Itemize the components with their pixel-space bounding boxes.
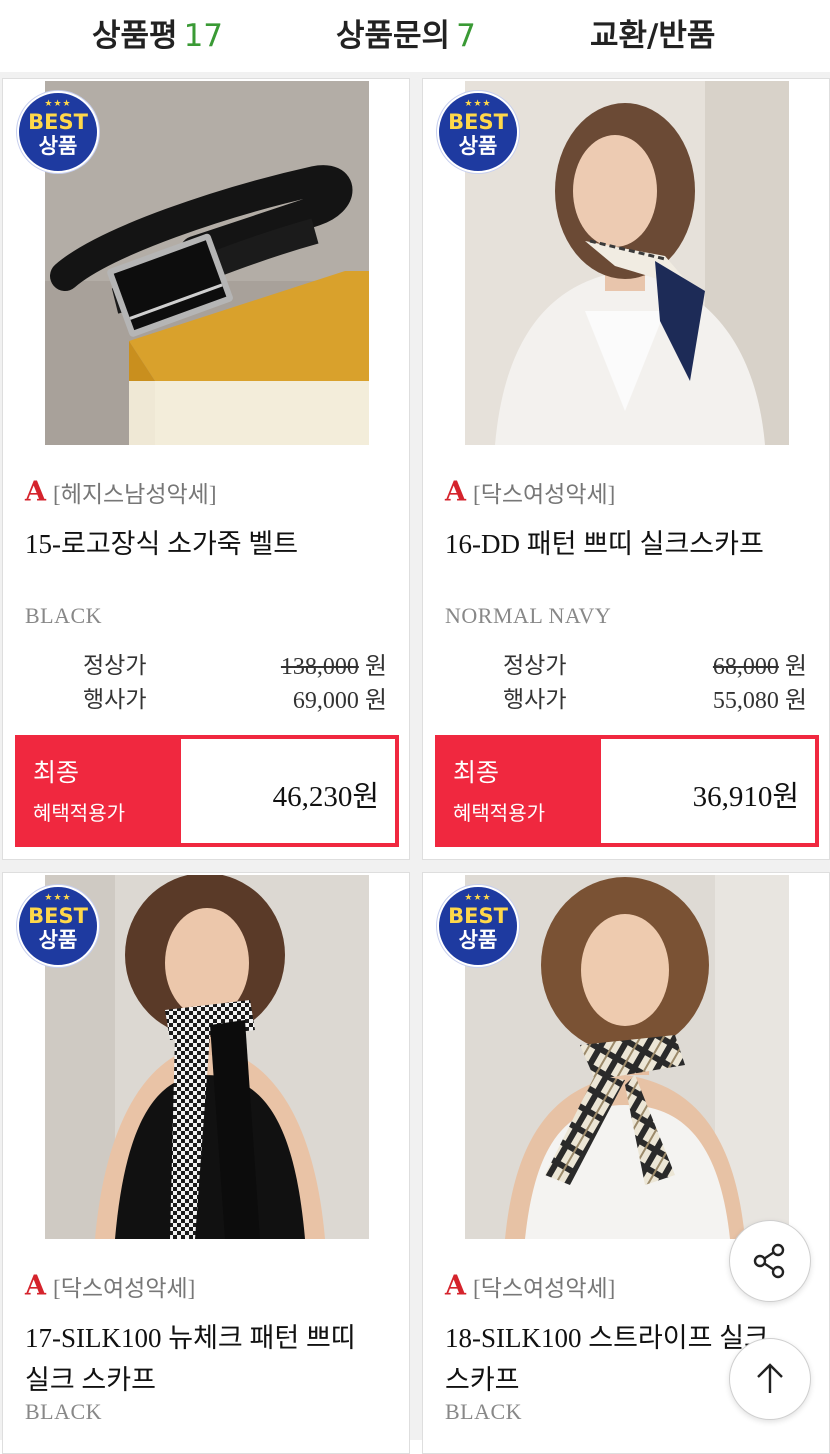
- final-price-panel: 36,910원: [601, 739, 815, 843]
- product-name[interactable]: 16-DD 패턴 쁘띠 실크스카프: [445, 523, 815, 565]
- currency: 원: [364, 688, 387, 714]
- final-price-box: 최종 혜택적용가 36,910원: [435, 735, 819, 847]
- final-price-box: 최종 혜택적용가 46,230원: [15, 735, 399, 847]
- tab-reviews[interactable]: 상품평 17: [92, 10, 223, 55]
- regular-price-row: 정상가 138,000 원: [83, 646, 387, 681]
- tab-label: 교환/반품: [590, 18, 716, 54]
- badge-stars: ★★★: [464, 99, 492, 109]
- best-product-badge: ★★★ BEST 상품: [437, 885, 519, 967]
- brand-logo: A: [445, 1270, 466, 1302]
- event-price-value: 69,000: [292, 688, 359, 714]
- product-name[interactable]: 15-로고장식 소가죽 벨트: [25, 523, 395, 565]
- tab-label: 상품평: [92, 18, 178, 54]
- final-price: 36,910원: [692, 781, 799, 813]
- final-price: 46,230원: [272, 781, 379, 813]
- currency: 원: [364, 654, 387, 680]
- event-price-value: 55,080: [712, 688, 779, 714]
- brand-row: A [닥스여성악세]: [445, 1269, 616, 1302]
- event-price: 55,080 원: [713, 680, 807, 715]
- product-card[interactable]: ★★★ BEST 상품 A [닥스여성악세] 17-SILK100 뉴체크 패턴…: [2, 872, 410, 1454]
- brand-logo: A: [25, 476, 46, 508]
- badge-product-text: 상품: [38, 928, 78, 952]
- event-price-label: 행사가: [503, 687, 567, 713]
- tab-count: 17: [183, 18, 224, 54]
- badge-best-text: BEST: [28, 110, 88, 134]
- badge-best-text: BEST: [28, 904, 88, 928]
- final-sublabel: 혜택적용가: [453, 801, 545, 825]
- event-price-row: 행사가 69,000 원: [83, 680, 387, 715]
- brand-name: [헤지스남성악세]: [53, 482, 217, 507]
- product-color: NORMAL NAVY: [445, 603, 612, 628]
- tab-exchange-return[interactable]: 교환/반품: [590, 10, 715, 55]
- tab-count: 7: [456, 18, 476, 54]
- badge-stars: ★★★: [44, 99, 72, 109]
- review-tabs: 상품평 17 상품문의 7 교환/반품: [0, 0, 830, 72]
- final-price-panel: 46,230원: [181, 739, 395, 843]
- brand-row: A [닥스여성악세]: [25, 1269, 196, 1302]
- brand-row: A [닥스여성악세]: [445, 475, 616, 508]
- event-price-row: 행사가 55,080 원: [503, 680, 807, 715]
- product-color: BLACK: [25, 603, 103, 628]
- share-icon: [753, 1243, 785, 1279]
- scroll-top-button[interactable]: [729, 1338, 811, 1420]
- product-name[interactable]: 17-SILK100 뉴체크 패턴 쁘띠 실크 스카프: [25, 1317, 375, 1401]
- badge-best-text: BEST: [448, 904, 508, 928]
- brand-name: [닥스여성악세]: [53, 1276, 196, 1301]
- brand-name: [닥스여성악세]: [473, 482, 616, 507]
- product-color: BLACK: [25, 1399, 103, 1424]
- product-card[interactable]: ★★★ BEST 상품 A [닥스여성악세] 16-DD 패턴 쁘띠 실크스카프…: [422, 78, 830, 860]
- best-product-badge: ★★★ BEST 상품: [17, 885, 99, 967]
- badge-product-text: 상품: [458, 134, 498, 158]
- regular-price-row: 정상가 68,000 원: [503, 646, 807, 681]
- badge-stars: ★★★: [464, 893, 492, 903]
- regular-price: 138,000 원: [281, 646, 387, 681]
- arrow-up-icon: [757, 1363, 783, 1393]
- brand-row: A [헤지스남성악세]: [25, 475, 217, 508]
- final-sublabel: 혜택적용가: [33, 801, 125, 825]
- brand-logo: A: [445, 476, 466, 508]
- brand-logo: A: [25, 1270, 46, 1302]
- regular-price: 68,000 원: [713, 646, 807, 681]
- badge-product-text: 상품: [458, 928, 498, 952]
- product-color: BLACK: [445, 1399, 523, 1424]
- regular-price-label: 정상가: [83, 653, 147, 679]
- regular-price-label: 정상가: [503, 653, 567, 679]
- event-price-label: 행사가: [83, 687, 147, 713]
- badge-best-text: BEST: [448, 110, 508, 134]
- regular-price-value: 68,000: [712, 654, 779, 680]
- best-product-badge: ★★★ BEST 상품: [17, 91, 99, 173]
- share-button[interactable]: [729, 1220, 811, 1302]
- tab-label: 상품문의: [336, 18, 451, 54]
- currency: 원: [784, 688, 807, 714]
- badge-stars: ★★★: [44, 893, 72, 903]
- final-label: 최종: [453, 758, 500, 787]
- best-product-badge: ★★★ BEST 상품: [437, 91, 519, 173]
- event-price: 69,000 원: [293, 680, 387, 715]
- regular-price-value: 138,000: [280, 654, 359, 680]
- brand-name: [닥스여성악세]: [473, 1276, 616, 1301]
- currency: 원: [784, 654, 807, 680]
- badge-product-text: 상품: [38, 134, 78, 158]
- final-label: 최종: [33, 758, 80, 787]
- tab-inquiries[interactable]: 상품문의 7: [336, 10, 476, 55]
- product-card[interactable]: ★★★ BEST 상품 A [헤지스남성악세] 15-로고장식 소가죽 벨트 B…: [2, 78, 410, 860]
